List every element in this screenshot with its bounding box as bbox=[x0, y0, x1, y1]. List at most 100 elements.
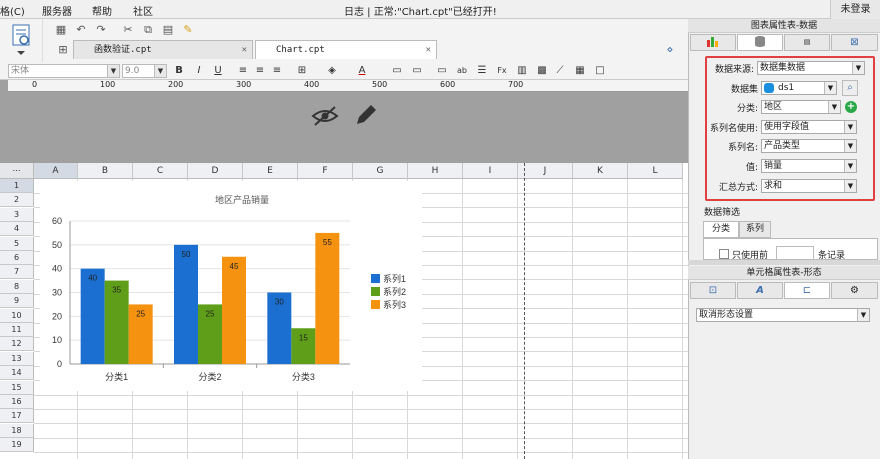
underline-button[interactable]: U bbox=[211, 64, 225, 78]
select-all-corner[interactable]: ⋯ bbox=[0, 163, 34, 179]
search-icon[interactable]: ⌕ bbox=[842, 80, 858, 96]
menu-item-help[interactable]: 帮助 bbox=[92, 3, 112, 18]
column-header[interactable]: B bbox=[78, 163, 133, 179]
hide-eye-icon[interactable] bbox=[310, 104, 340, 128]
seriesname-use-select[interactable]: 使用字段值 ▼ bbox=[761, 120, 857, 134]
row-header[interactable]: 5 bbox=[0, 236, 34, 251]
menu-item-server[interactable]: 服务器 bbox=[42, 3, 72, 18]
chart-container[interactable]: 地区产品销量 0 10 20 30 40 50 60 分类1 40 35 25 分类2 50 25 45 分类3… bbox=[40, 181, 422, 391]
preview-button[interactable] bbox=[0, 19, 43, 62]
only-use-checkbox[interactable] bbox=[719, 249, 729, 259]
insert-slash-icon[interactable]: ⟋ bbox=[553, 64, 567, 78]
login-button[interactable]: 未登录 bbox=[830, 0, 880, 19]
unmerge-cells-icon[interactable]: ▭ bbox=[410, 64, 424, 78]
insert-text-icon[interactable]: ▭ bbox=[435, 64, 449, 78]
tab-chart[interactable]: Chart.cpt ✕ bbox=[255, 40, 437, 59]
value-select[interactable]: 销量 ▼ bbox=[761, 159, 857, 173]
row-header[interactable]: 13 bbox=[0, 351, 34, 366]
column-header[interactable]: D bbox=[188, 163, 243, 179]
tab-chart-data[interactable] bbox=[737, 34, 783, 51]
insert-more-icon[interactable]: □ bbox=[593, 64, 607, 78]
tab-chart-special[interactable]: ⊠ bbox=[831, 34, 878, 51]
row-header[interactable]: 15 bbox=[0, 380, 34, 395]
panel-splitter[interactable] bbox=[688, 260, 880, 265]
insert-chart-icon[interactable]: ▥ bbox=[515, 64, 529, 78]
column-header[interactable]: A bbox=[34, 163, 78, 179]
column-header[interactable]: G bbox=[353, 163, 408, 179]
source-select[interactable]: 数据集数据 ▼ bbox=[757, 61, 865, 75]
row-header[interactable]: 2 bbox=[0, 193, 34, 208]
category-select[interactable]: 地区 ▼ bbox=[761, 100, 841, 114]
insert-formula-icon[interactable]: Fx bbox=[495, 64, 509, 78]
font-family-select[interactable]: 宋体 ▼ bbox=[8, 64, 120, 78]
row-header[interactable]: 14 bbox=[0, 366, 34, 381]
tab-cell-form[interactable]: ⊏ bbox=[784, 282, 830, 299]
italic-button[interactable]: I bbox=[192, 64, 206, 78]
add-category-icon[interactable]: + bbox=[845, 101, 857, 113]
row-header[interactable]: 4 bbox=[0, 222, 34, 237]
row-header[interactable]: 6 bbox=[0, 251, 34, 265]
row-header[interactable]: 1 bbox=[0, 179, 34, 193]
tab-chart-style[interactable]: ▤ bbox=[784, 34, 830, 51]
insert-subreport-icon[interactable]: ▦ bbox=[573, 64, 587, 78]
fill-color-icon[interactable]: ◈ bbox=[325, 64, 339, 78]
bold-button[interactable]: B bbox=[172, 64, 186, 78]
border-icon[interactable]: ⊞ bbox=[295, 64, 309, 78]
cell-form-select[interactable]: 取消形态设置 ▼ bbox=[696, 308, 870, 322]
row-header[interactable]: 7 bbox=[0, 265, 34, 280]
insert-image-icon[interactable]: ▩ bbox=[535, 64, 549, 78]
align-left-icon[interactable]: ≡ bbox=[236, 64, 250, 78]
row-header[interactable]: 9 bbox=[0, 294, 34, 309]
filter-tab-category[interactable]: 分类 bbox=[703, 221, 739, 238]
font-size-select[interactable]: 9.0 ▼ bbox=[122, 64, 167, 78]
column-header[interactable]: L bbox=[628, 163, 683, 179]
column-header[interactable]: K bbox=[573, 163, 628, 179]
row-header[interactable]: 16 bbox=[0, 395, 34, 409]
row-header[interactable]: 10 bbox=[0, 308, 34, 323]
row-header[interactable]: 11 bbox=[0, 323, 34, 337]
redo-icon[interactable]: ↷ bbox=[93, 22, 109, 38]
menu-item-community[interactable]: 社区 bbox=[133, 3, 153, 18]
align-right-icon[interactable]: ≡ bbox=[270, 64, 284, 78]
column-header[interactable]: F bbox=[298, 163, 353, 179]
tab-cell-settings[interactable]: ⚙ bbox=[831, 282, 878, 299]
summary-select[interactable]: 求和 ▼ bbox=[761, 179, 857, 193]
row-header[interactable]: 19 bbox=[0, 438, 34, 453]
row-header[interactable]: 17 bbox=[0, 409, 34, 424]
font-color-icon[interactable]: A bbox=[355, 64, 369, 78]
row-header[interactable]: 8 bbox=[0, 279, 34, 294]
row-header[interactable]: 12 bbox=[0, 337, 34, 352]
copy-icon[interactable]: ⧉ bbox=[140, 22, 156, 38]
column-header[interactable]: I bbox=[463, 163, 518, 179]
column-header[interactable]: E bbox=[243, 163, 298, 179]
row-header[interactable]: 18 bbox=[0, 423, 34, 438]
insert-richtext-icon[interactable]: ☰ bbox=[475, 64, 489, 78]
menu-item-format[interactable]: 格(C) bbox=[0, 3, 25, 18]
new-tab-icon[interactable]: ⊞ bbox=[55, 42, 71, 58]
format-painter-icon[interactable]: ✎ bbox=[180, 22, 196, 38]
undo-icon[interactable]: ↶ bbox=[73, 22, 89, 38]
chevron-down-icon: ▼ bbox=[154, 65, 166, 77]
record-count-input[interactable] bbox=[776, 246, 814, 260]
column-header[interactable]: J bbox=[518, 163, 573, 179]
dataset-select[interactable]: ds1 ▼ bbox=[761, 81, 837, 95]
align-center-icon[interactable]: ≡ bbox=[253, 64, 267, 78]
tab-menu-icon[interactable]: ⋄ bbox=[662, 42, 678, 58]
column-header[interactable]: H bbox=[408, 163, 463, 179]
tab-cell-style[interactable]: A bbox=[737, 282, 783, 299]
insert-text-ab-icon[interactable]: ab bbox=[455, 64, 469, 78]
close-icon[interactable]: ✕ bbox=[242, 41, 247, 59]
merge-cells-icon[interactable]: ▭ bbox=[390, 64, 404, 78]
cut-icon[interactable]: ✂ bbox=[120, 22, 136, 38]
seriesname-select[interactable]: 产品类型 ▼ bbox=[761, 139, 857, 153]
tab-chart-type[interactable] bbox=[690, 34, 736, 51]
close-icon[interactable]: ✕ bbox=[426, 41, 431, 59]
edit-pencil-icon[interactable] bbox=[353, 102, 379, 128]
row-header[interactable]: 3 bbox=[0, 207, 34, 222]
save-icon[interactable]: ▦ bbox=[53, 22, 69, 38]
paste-icon[interactable]: ▤ bbox=[160, 22, 176, 38]
tab-cell-element[interactable]: ⊡ bbox=[690, 282, 736, 299]
column-header[interactable]: C bbox=[133, 163, 188, 179]
tab-function-verify[interactable]: 函数验证.cpt ✕ bbox=[73, 40, 253, 59]
filter-tab-series[interactable]: 系列 bbox=[739, 221, 771, 238]
